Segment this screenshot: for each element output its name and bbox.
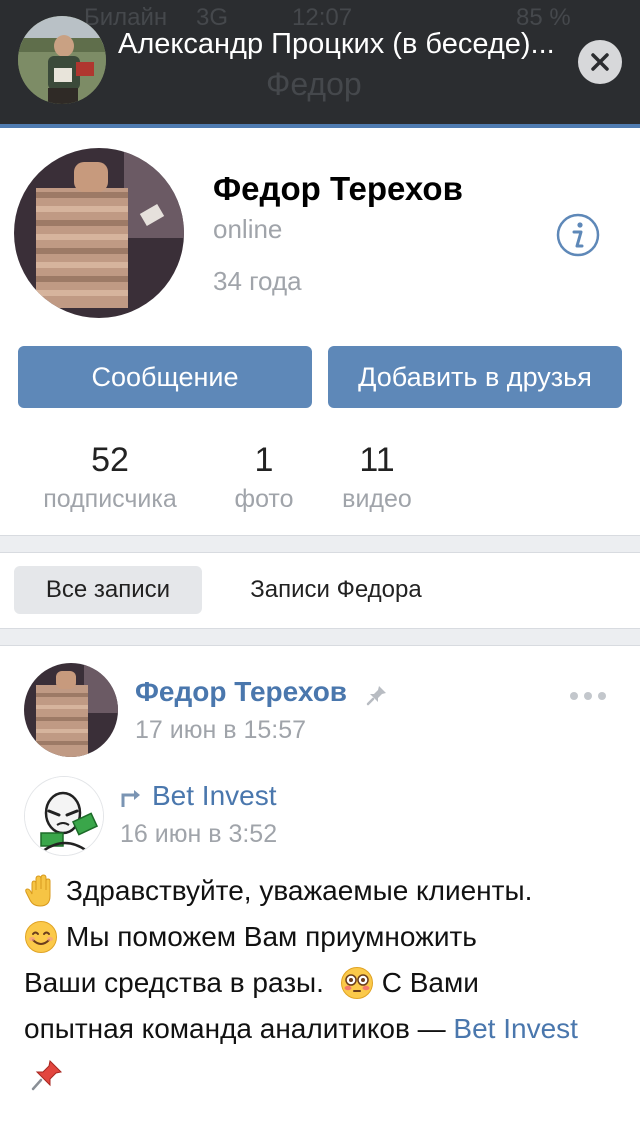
post-text: Здравствуйте, уважаемые клиенты. Мы помо… — [24, 868, 620, 1098]
add-friend-button[interactable]: Добавить в друзья — [328, 346, 622, 408]
counter-value: 11 — [359, 441, 395, 479]
post-text-line1: Здравствуйте, уважаемые клиенты. — [66, 875, 533, 906]
pin-icon — [366, 684, 388, 706]
more-options-icon[interactable] — [566, 686, 610, 706]
counter-value: 1 — [254, 441, 274, 479]
tab-own-posts[interactable]: Записи Федора — [220, 566, 452, 614]
flushed-face-icon — [340, 967, 373, 999]
post-text-line: Мы поможем Вам приумножить — [24, 914, 620, 960]
repost-icon — [120, 787, 146, 809]
raised-hand-icon — [25, 874, 51, 907]
counter-label: фото — [234, 485, 294, 513]
counter-videos[interactable]: 11 видео — [326, 440, 428, 516]
tab-all-posts[interactable]: Все записи — [14, 566, 202, 614]
section-divider — [0, 535, 640, 553]
close-icon[interactable] — [578, 40, 622, 84]
info-icon[interactable] — [556, 213, 600, 257]
post-text-line2: Мы поможем Вам приумножить — [66, 921, 477, 952]
post-text-line: Здравствуйте, уважаемые клиенты. — [24, 868, 620, 914]
repost-date: 16 июн в 3:52 — [120, 820, 278, 848]
counter-label: видео — [342, 485, 412, 513]
section-divider — [0, 628, 640, 646]
counter-label: подписчика — [43, 485, 177, 513]
post-author-name[interactable]: Федор Терехов — [135, 676, 347, 708]
profile-name: Федор Терехов — [213, 170, 463, 207]
post-text-line3b: С Вами — [381, 967, 479, 998]
post-date: 17 июн в 15:57 — [135, 716, 307, 744]
counter-photos[interactable]: 1 фото — [212, 440, 316, 516]
post-text-line4: опытная команда аналитиков — — [24, 1013, 454, 1044]
post-text-line: опытная команда аналитиков — Bet Invest — [24, 1006, 620, 1098]
post-text-line3: Ваши средства в разы. — [24, 967, 324, 998]
profile-avatar[interactable] — [14, 148, 184, 318]
profile-age: 34 года — [213, 266, 302, 296]
post-author-avatar[interactable] — [24, 663, 118, 757]
banner-divider — [0, 124, 640, 128]
banner-avatar — [18, 16, 106, 104]
counter-followers[interactable]: 52 подписчика — [20, 440, 200, 516]
counter-value: 52 — [91, 441, 129, 479]
post-text-link[interactable]: Bet Invest — [453, 1013, 578, 1044]
post-text-line: Ваши средства в разы. С Вами — [24, 960, 620, 1006]
notification-title: Александр Процких (в беседе)... — [118, 28, 555, 60]
repost-source-name[interactable]: Bet Invest — [152, 780, 277, 812]
profile-status: online — [213, 214, 283, 244]
ghost-header-name: Федор — [266, 66, 362, 102]
message-button[interactable]: Сообщение — [18, 346, 312, 408]
pushpin-icon — [31, 1059, 63, 1091]
notification-banner[interactable]: Билайн 3G 12:07 85 % Федор Александр Про… — [0, 0, 640, 128]
smiling-face-icon — [25, 921, 57, 953]
repost-source-avatar[interactable] — [24, 776, 104, 856]
